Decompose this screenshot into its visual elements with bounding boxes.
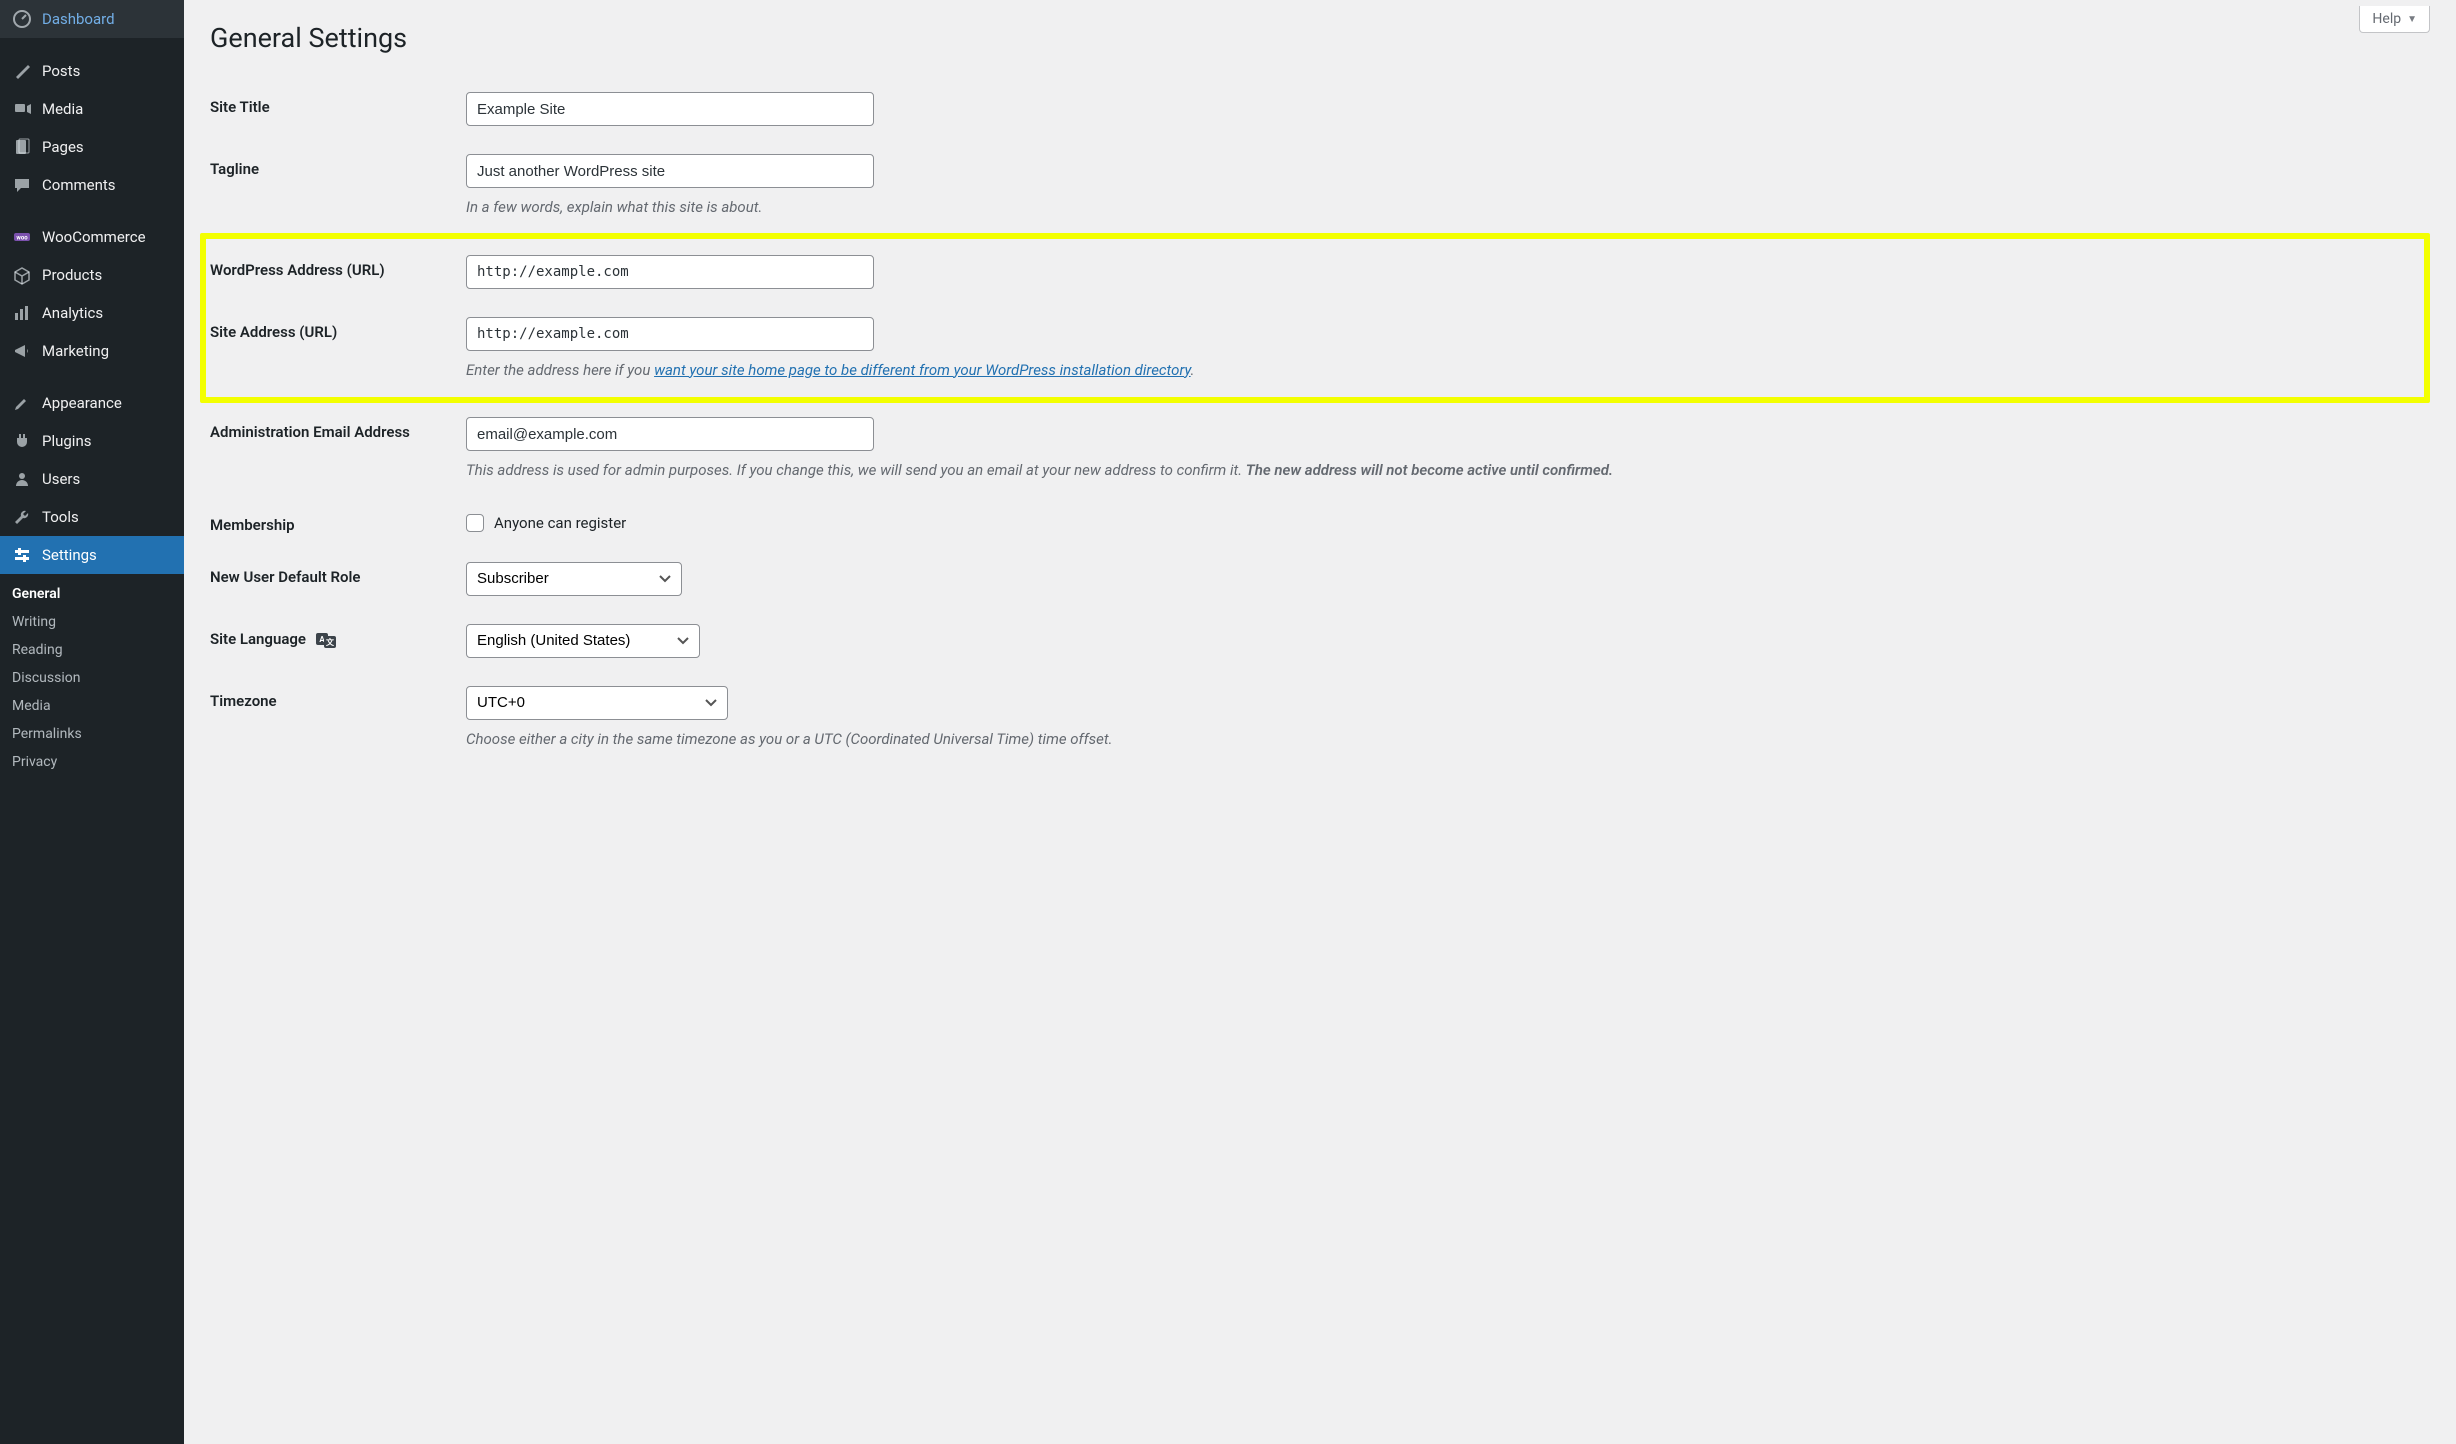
sidebar-item-tools[interactable]: Tools <box>0 498 184 536</box>
pin-icon <box>12 61 32 81</box>
sidebar-item-label: Marketing <box>42 342 109 360</box>
site-language-select[interactable]: English (United States) <box>466 624 700 658</box>
submenu-item-general[interactable]: General <box>0 580 184 608</box>
sidebar-item-label: WooCommerce <box>42 228 146 246</box>
tagline-input[interactable] <box>466 154 874 188</box>
label-membership: Membership <box>210 510 466 534</box>
sidebar-item-dashboard[interactable]: Dashboard <box>0 0 184 38</box>
timezone-description: Choose either a city in the same timezon… <box>466 728 2430 751</box>
membership-checkbox[interactable] <box>466 514 484 532</box>
label-wp-url: WordPress Address (URL) <box>210 255 466 279</box>
default-role-select[interactable]: Subscriber <box>466 562 682 596</box>
label-default-role: New User Default Role <box>210 562 466 586</box>
sidebar-item-analytics[interactable]: Analytics <box>0 294 184 332</box>
sidebar-item-plugins[interactable]: Plugins <box>0 422 184 460</box>
sidebar-item-label: Comments <box>42 176 116 194</box>
sidebar-item-users[interactable]: Users <box>0 460 184 498</box>
translation-icon: A文 <box>316 632 336 648</box>
site-title-input[interactable] <box>466 92 874 126</box>
timezone-select[interactable]: UTC+0 <box>466 686 728 720</box>
label-tagline: Tagline <box>210 154 466 178</box>
analytics-icon <box>12 303 32 323</box>
users-icon <box>12 469 32 489</box>
page-icon <box>12 137 32 157</box>
sidebar-item-label: Settings <box>42 546 97 564</box>
site-url-help-link[interactable]: want your site home page to be different… <box>654 361 1191 379</box>
dashboard-icon <box>12 9 32 29</box>
admin-email-description: This address is used for admin purposes.… <box>466 459 2430 482</box>
label-site-url: Site Address (URL) <box>210 317 466 341</box>
url-highlight-box: WordPress Address (URL) Site Address (UR… <box>200 233 2430 404</box>
wp-url-input[interactable] <box>466 255 874 289</box>
sidebar-item-label: Appearance <box>42 394 122 412</box>
sidebar-item-comments[interactable]: Comments <box>0 166 184 204</box>
submenu-item-media[interactable]: Media <box>0 692 184 720</box>
sidebar-item-label: Analytics <box>42 304 103 322</box>
submenu-item-reading[interactable]: Reading <box>0 636 184 664</box>
marketing-icon <box>12 341 32 361</box>
plugins-icon <box>12 431 32 451</box>
sidebar-item-media[interactable]: Media <box>0 90 184 128</box>
submenu-item-writing[interactable]: Writing <box>0 608 184 636</box>
settings-icon <box>12 545 32 565</box>
sidebar-item-posts[interactable]: Posts <box>0 52 184 90</box>
sidebar-item-woocommerce[interactable]: woo WooCommerce <box>0 218 184 256</box>
page-title: General Settings <box>210 22 2430 54</box>
label-timezone: Timezone <box>210 686 466 710</box>
products-icon <box>12 265 32 285</box>
sidebar-item-products[interactable]: Products <box>0 256 184 294</box>
sidebar-item-marketing[interactable]: Marketing <box>0 332 184 370</box>
help-label: Help <box>2372 11 2401 27</box>
sidebar-item-label: Pages <box>42 138 84 156</box>
help-tab[interactable]: Help ▼ <box>2359 6 2430 33</box>
tagline-description: In a few words, explain what this site i… <box>466 196 2430 219</box>
membership-checkbox-row[interactable]: Anyone can register <box>466 510 2430 532</box>
tools-icon <box>12 507 32 527</box>
appearance-icon <box>12 393 32 413</box>
membership-checkbox-label: Anyone can register <box>494 514 626 532</box>
admin-sidebar: Dashboard Posts Media Pages Comments woo… <box>0 0 184 1444</box>
main-content: Help ▼ General Settings Site Title Tagli… <box>184 0 2456 1444</box>
sidebar-item-settings[interactable]: Settings <box>0 536 184 574</box>
sidebar-item-label: Users <box>42 470 80 488</box>
sidebar-item-label: Dashboard <box>42 10 115 28</box>
settings-submenu: General Writing Reading Discussion Media… <box>0 574 184 782</box>
media-icon <box>12 99 32 119</box>
sidebar-item-label: Tools <box>42 508 79 526</box>
woo-icon: woo <box>12 227 32 247</box>
site-url-description: Enter the address here if you want your … <box>466 359 2420 382</box>
comment-icon <box>12 175 32 195</box>
sidebar-item-pages[interactable]: Pages <box>0 128 184 166</box>
sidebar-item-label: Products <box>42 266 102 284</box>
sidebar-item-label: Media <box>42 100 83 118</box>
sidebar-item-appearance[interactable]: Appearance <box>0 384 184 422</box>
submenu-item-permalinks[interactable]: Permalinks <box>0 720 184 748</box>
settings-form: Site Title Tagline In a few words, expla… <box>210 78 2430 764</box>
site-url-input[interactable] <box>466 317 874 351</box>
chevron-down-icon: ▼ <box>2407 14 2417 25</box>
admin-email-input[interactable] <box>466 417 874 451</box>
svg-text:文: 文 <box>326 637 335 647</box>
svg-text:woo: woo <box>16 235 28 242</box>
label-site-title: Site Title <box>210 92 466 116</box>
label-admin-email: Administration Email Address <box>210 417 466 441</box>
sidebar-item-label: Plugins <box>42 432 91 450</box>
submenu-item-privacy[interactable]: Privacy <box>0 748 184 776</box>
sidebar-item-label: Posts <box>42 62 80 80</box>
submenu-item-discussion[interactable]: Discussion <box>0 664 184 692</box>
label-site-language: Site Language A文 <box>210 624 466 648</box>
